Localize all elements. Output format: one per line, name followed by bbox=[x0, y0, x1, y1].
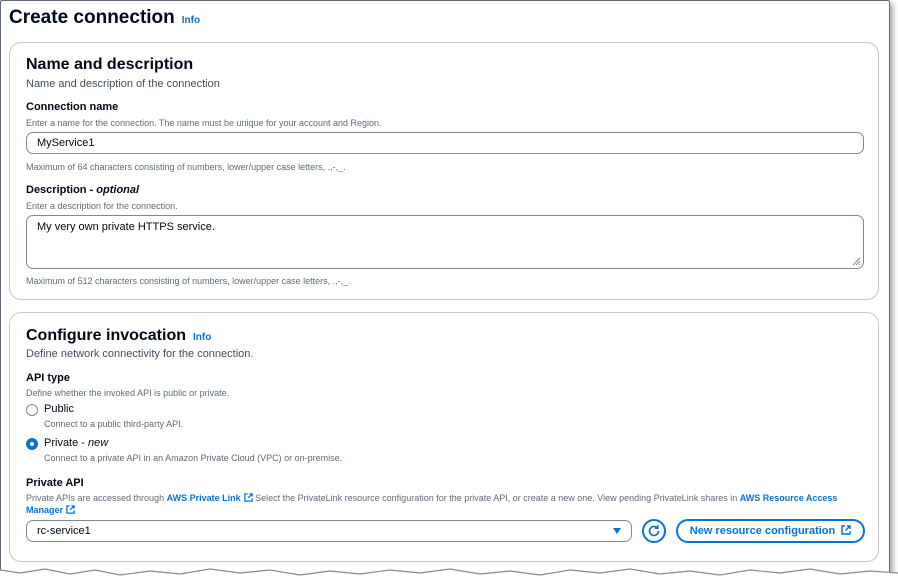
new-resource-configuration-button[interactable]: New resource configuration bbox=[676, 519, 865, 543]
aws-private-link-link[interactable]: AWS Private Link bbox=[167, 493, 253, 503]
name-section-title: Name and description bbox=[26, 56, 194, 73]
page-title-text: Create connection bbox=[9, 7, 175, 28]
page-title: Create connection Info bbox=[9, 7, 200, 29]
private-api-label: Private API bbox=[26, 477, 84, 489]
public-radio-description: Connect to a public third-party API. bbox=[44, 419, 184, 429]
description-textarea-value: My very own private HTTPS service. bbox=[37, 221, 215, 233]
refresh-icon bbox=[648, 525, 660, 537]
external-link-icon bbox=[243, 493, 253, 502]
refresh-button[interactable] bbox=[642, 519, 666, 543]
private-radio-label: Private - new bbox=[44, 437, 109, 449]
external-link-icon bbox=[66, 505, 75, 514]
create-connection-frame: Create connection Info Name and descripti… bbox=[0, 0, 890, 576]
private-new-tag: new bbox=[88, 437, 109, 449]
connection-name-constraint: Maximum of 64 characters consisting of n… bbox=[26, 162, 346, 172]
description-hint: Enter a description for the connection. bbox=[26, 201, 178, 211]
description-constraint: Maximum of 512 characters consisting of … bbox=[26, 276, 351, 286]
api-type-hint: Define whether the invoked API is public… bbox=[26, 388, 230, 398]
api-type-label: API type bbox=[26, 372, 71, 384]
connection-name-label: Connection name bbox=[26, 101, 119, 113]
invocation-section-description: Define network connectivity for the conn… bbox=[26, 348, 254, 360]
invocation-section-title: Configure invocation Info bbox=[26, 327, 211, 345]
invocation-info-link[interactable]: Info bbox=[193, 332, 211, 343]
connection-name-input[interactable]: MyService1 bbox=[26, 132, 864, 154]
configure-invocation-container: Configure invocation Info Define network … bbox=[9, 312, 879, 562]
private-radio[interactable] bbox=[26, 438, 38, 450]
public-radio-label: Public bbox=[44, 403, 74, 415]
private-api-hint: Private APIs are accessed through AWS Pr… bbox=[26, 493, 838, 515]
page-info-link[interactable]: Info bbox=[182, 15, 200, 26]
invocation-title-text: Configure invocation bbox=[26, 327, 186, 344]
private-api-selected-value: rc-service1 bbox=[37, 525, 91, 537]
external-link-icon bbox=[841, 525, 851, 535]
description-optional-tag: optional bbox=[96, 184, 140, 196]
description-label-text: Description - bbox=[26, 184, 97, 196]
resize-handle-icon[interactable] bbox=[851, 256, 861, 266]
public-radio[interactable] bbox=[26, 404, 38, 416]
torn-edge bbox=[0, 568, 898, 586]
description-textarea[interactable]: My very own private HTTPS service. bbox=[26, 215, 864, 269]
connection-name-hint: Enter a name for the connection. The nam… bbox=[26, 118, 382, 128]
name-section-description: Name and description of the connection bbox=[26, 78, 220, 90]
caret-down-icon bbox=[613, 528, 621, 534]
description-label: Description - optional bbox=[26, 184, 139, 196]
private-api-select[interactable]: rc-service1 bbox=[26, 520, 632, 542]
private-radio-description: Connect to a private API in an Amazon Pr… bbox=[44, 453, 343, 463]
name-description-container: Name and description Name and descriptio… bbox=[9, 42, 879, 300]
